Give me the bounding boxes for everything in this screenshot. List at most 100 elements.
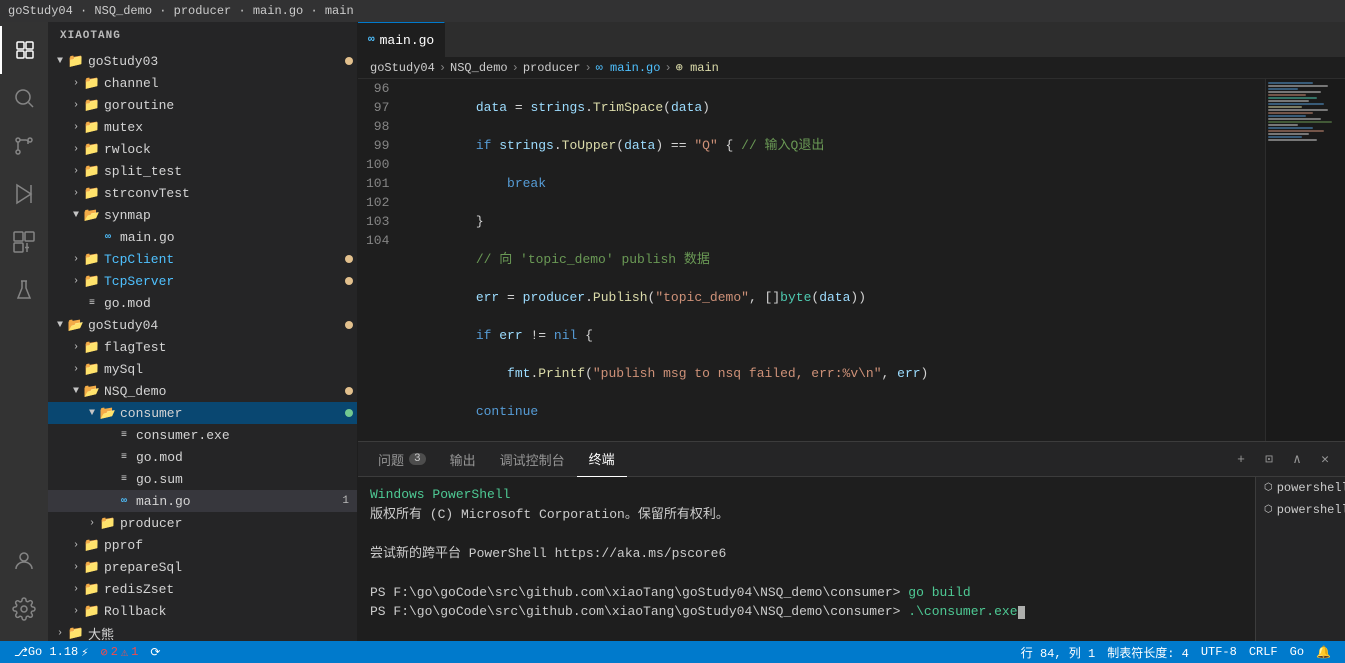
activity-item-account[interactable] [0,537,48,585]
panel-close-button[interactable]: ✕ [1313,447,1337,471]
go-file-icon: ∞ [100,229,116,245]
panel-add-terminal-button[interactable]: + [1229,447,1253,471]
tree-item-mySql[interactable]: › 📁 mySql [48,358,357,380]
breadcrumb-part-5[interactable]: ⊕ main [676,60,719,75]
tree-label: NSQ_demo [104,384,345,399]
tree-label: consumer [120,406,345,421]
code-line-102: if err != nil { [413,326,1265,345]
terminal-content[interactable]: Windows PowerShell 版权所有 (C) Microsoft Co… [358,477,1255,641]
encoding-label: UTF-8 [1201,645,1237,659]
terminal-list-item-1[interactable]: ⬡ powershell [1256,477,1345,499]
status-branch[interactable]: ⎇ Go 1.18 ⚡ [8,641,94,663]
tab-main-go[interactable]: ∞ main.go [358,22,445,57]
spacer [100,427,116,443]
status-sync[interactable]: ⟳ [144,641,166,663]
tree-label: prepareSql [104,560,357,575]
breadcrumb-part-4[interactable]: ∞ main.go [596,61,661,75]
tree-item-TcpClient[interactable]: › 📁 TcpClient [48,248,357,270]
code-lines[interactable]: data = strings.TrimSpace(data) if string… [405,79,1265,441]
status-line-ending[interactable]: CRLF [1243,641,1284,663]
code-line-103: fmt.Printf("publish msg to nsq failed, e… [413,364,1265,383]
folder-icon: 📁 [84,119,100,135]
activity-item-extensions[interactable] [0,218,48,266]
panel-tab-debug[interactable]: 调试控制台 [488,442,577,477]
terminal-list: ⬡ powershell ⬡ powershell [1255,477,1345,641]
tree-item-goroutine[interactable]: › 📁 goroutine [48,94,357,116]
tree-item-channel[interactable]: › 📁 channel [48,72,357,94]
activity-item-search[interactable] [0,74,48,122]
status-language[interactable]: Go [1284,641,1310,663]
tree-item-consumer[interactable]: ▼ 📂 consumer [48,402,357,424]
chevron-right-icon: › [68,75,84,91]
tree-item-Rollback[interactable]: › 📁 Rollback [48,600,357,622]
error-icon: ⊘ [100,645,107,660]
tree-item-synmap[interactable]: ▼ 📂 synmap [48,204,357,226]
terminal-list-label: powershell [1277,503,1345,517]
tree-item-consumer-exe[interactable]: ≡ consumer.exe [48,424,357,446]
panel-tab-output[interactable]: 输出 [438,442,488,477]
terminal-prompt: PS F:\go\goCode\src\github.com\xiaoTang\… [370,604,908,619]
tree-label: go.sum [136,472,357,487]
tree-item-flagTest[interactable]: › 📁 flagTest [48,336,357,358]
tree-label: main.go [136,494,342,509]
tree-item-TcpServer[interactable]: › 📁 TcpServer [48,270,357,292]
activity-item-flask[interactable] [0,266,48,314]
code-editor: 96 97 98 99 100 101 102 103 104 data = s… [358,79,1345,641]
tree-item-goStudy03[interactable]: ▼ 📁 goStudy03 [48,50,357,72]
tree-item-strconvTest[interactable]: › 📁 strconvTest [48,182,357,204]
activity-item-explorer[interactable] [0,26,48,74]
tree-item-synmap-main[interactable]: ∞ main.go [48,226,357,248]
tree-item-go-sum[interactable]: ≡ go.sum [48,468,357,490]
tree-item-producer[interactable]: › 📁 producer [48,512,357,534]
tree-item-goStudy04[interactable]: ▼ 📂 goStudy04 [48,314,357,336]
tree-label: synmap [104,208,357,223]
status-errors[interactable]: ⊘ 2 ⚠ 1 [94,641,144,663]
tree-item-go-mod-study03[interactable]: ≡ go.mod [48,292,357,314]
breadcrumb-sep: › [512,61,519,75]
tree-item-mutex[interactable]: › 📁 mutex [48,116,357,138]
status-encoding[interactable]: UTF-8 [1195,641,1243,663]
breadcrumb-part-1[interactable]: goStudy04 [370,61,435,75]
tree-item-NSQ-demo[interactable]: ▼ 📂 NSQ_demo [48,380,357,402]
code-line-100: // 向 'topic_demo' publish 数据 [413,250,1265,269]
panel-tab-terminal[interactable]: 终端 [577,442,627,477]
tree-item-main-go[interactable]: ∞ main.go 1 [48,490,357,512]
tree-label: mutex [104,120,357,135]
breadcrumb-part-2[interactable]: NSQ_demo [450,61,508,75]
panel-tab-problems[interactable]: 问题 3 [366,442,438,477]
activity-item-source-control[interactable] [0,122,48,170]
status-dot [345,255,353,263]
tree-item-daxiong[interactable]: › 📁 大熊 [48,622,357,641]
status-tab-size[interactable]: 制表符长度: 4 [1101,641,1195,663]
breadcrumb-part-3[interactable]: producer [523,61,581,75]
terminal-list-item-2[interactable]: ⬡ powershell [1256,499,1345,521]
sidebar-content[interactable]: ▼ 📁 goStudy03 › 📁 channel › 📁 goroutine … [48,50,357,641]
tree-item-split-test[interactable]: › 📁 split_test [48,160,357,182]
error-indicator: ⊘ 2 ⚠ 1 [100,645,138,660]
tree-item-go-mod-consumer[interactable]: ≡ go.mod [48,446,357,468]
panel-split-button[interactable]: ⊡ [1257,447,1281,471]
folder-icon: 📁 [84,273,100,289]
status-notifications[interactable]: 🔔 [1310,641,1337,663]
line-num: 104 [366,231,389,250]
chevron-down-icon: ▼ [84,405,100,421]
terminal-prompt: PS F:\go\goCode\src\github.com\xiaoTang\… [370,585,908,600]
status-line[interactable]: 行 84, 列 1 [1015,641,1101,663]
tree-label: redisZset [104,582,357,597]
panel-maximize-button[interactable]: ∧ [1285,447,1309,471]
terminal-line-3 [370,524,1243,544]
panel-tab-label: 输出 [450,450,476,469]
activity-item-run[interactable] [0,170,48,218]
chevron-right-icon: › [84,515,100,531]
tree-label: goroutine [104,98,357,113]
tree-label: channel [104,76,357,91]
activity-item-settings[interactable] [0,585,48,633]
tree-label: flagTest [104,340,357,355]
tree-item-pprof[interactable]: › 📁 pprof [48,534,357,556]
tree-item-rwlock[interactable]: › 📁 rwlock [48,138,357,160]
tree-item-redisZset[interactable]: › 📁 redisZset [48,578,357,600]
tree-item-prepareSql[interactable]: › 📁 prepareSql [48,556,357,578]
terminal-cursor [1018,606,1025,619]
code-content[interactable]: 96 97 98 99 100 101 102 103 104 data = s… [358,79,1345,441]
chevron-right-icon: › [68,141,84,157]
